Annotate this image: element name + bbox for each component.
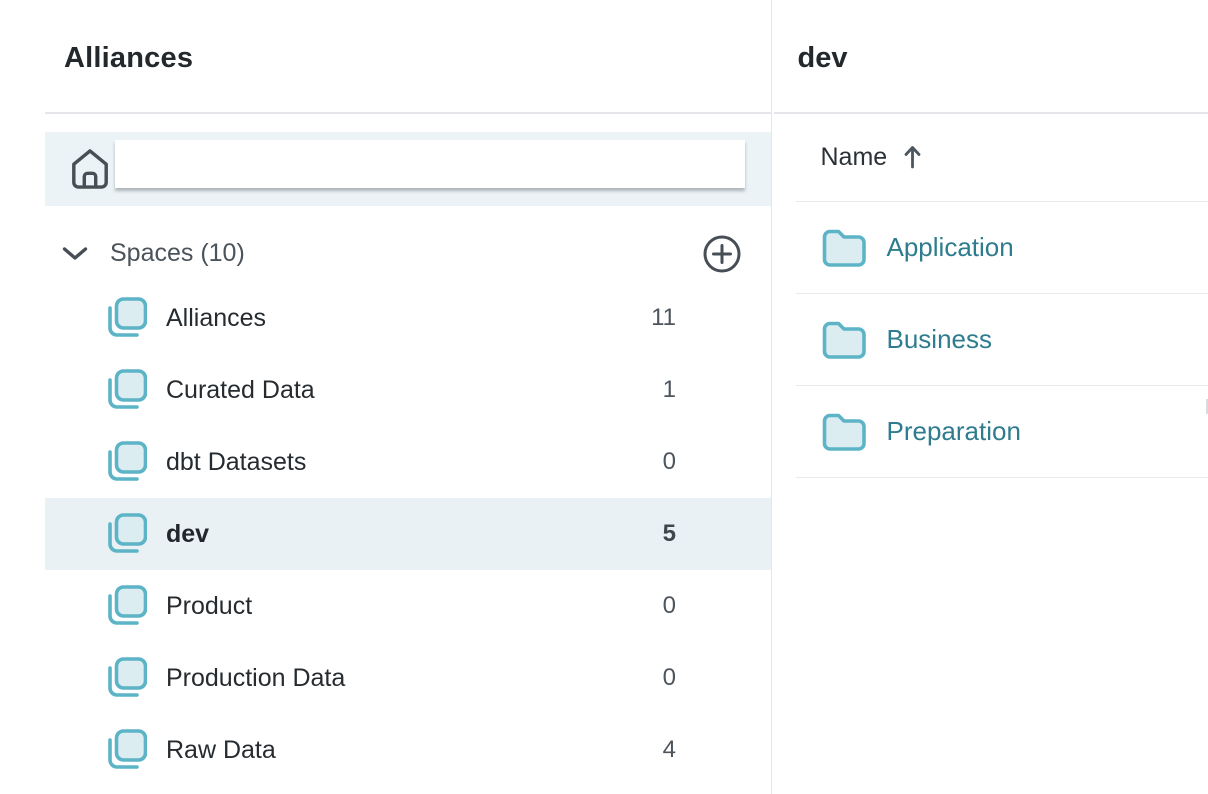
home-icon <box>70 146 110 192</box>
dataset-count: 0 <box>616 664 676 692</box>
space-icon <box>103 655 147 701</box>
spaces-sidebar: Alliances Spaces (10) <box>0 0 772 794</box>
dataset-count: 5 <box>616 520 676 548</box>
sidebar-item-dbt-datasets[interactable]: dbt Datasets 0 <box>45 426 771 498</box>
redaction-overlay <box>115 140 745 188</box>
table-row-application[interactable]: Application <box>796 202 1208 294</box>
space-icon <box>103 727 147 773</box>
sidebar-title: Alliances <box>64 42 193 75</box>
arrow-up-icon <box>904 144 921 170</box>
folder-link[interactable]: Preparation <box>887 416 1021 447</box>
sidebar-item-curated-data[interactable]: Curated Data 1 <box>45 354 771 426</box>
spaces-section-header: Spaces (10) <box>45 225 771 282</box>
space-icon <box>103 439 147 485</box>
dataset-count: 0 <box>616 448 676 476</box>
folder-icon <box>821 320 867 360</box>
column-header-name[interactable]: Name <box>774 113 1208 201</box>
spaces-section-label[interactable]: Spaces (10) <box>110 239 245 268</box>
chevron-down-icon[interactable] <box>62 246 88 261</box>
page-title: dev <box>798 42 848 75</box>
table-row-preparation[interactable]: Preparation <box>796 386 1208 478</box>
home-row[interactable] <box>45 132 771 206</box>
space-contents-panel: dev Name Application <box>774 0 1208 794</box>
folder-link[interactable]: Business <box>887 324 993 355</box>
sidebar-item-raw-data[interactable]: Raw Data 4 <box>45 714 771 786</box>
dataset-count: 0 <box>616 592 676 620</box>
contents-table: Application Business Preparation <box>796 201 1208 478</box>
folder-icon <box>821 228 867 268</box>
dataset-count: 11 <box>616 304 676 332</box>
folder-link[interactable]: Application <box>887 232 1014 263</box>
space-icon <box>103 295 147 341</box>
app-window: Alliances Spaces (10) <box>0 0 1208 794</box>
add-space-button[interactable] <box>702 234 742 274</box>
sidebar-item-product[interactable]: Product 0 <box>45 570 771 642</box>
dataset-count: 4 <box>616 736 676 764</box>
table-row-business[interactable]: Business <box>796 294 1208 386</box>
space-icon <box>103 367 147 413</box>
plus-circle-icon <box>702 234 742 274</box>
sidebar-item-alliances[interactable]: Alliances 11 <box>45 282 771 354</box>
space-icon <box>103 511 147 557</box>
sidebar-item-production-data[interactable]: Production Data 0 <box>45 642 771 714</box>
folder-icon <box>821 412 867 452</box>
dataset-count: 1 <box>616 376 676 404</box>
spaces-list: Alliances 11 Curated Data 1 <box>45 282 771 786</box>
sidebar-item-dev[interactable]: dev 5 <box>45 498 771 570</box>
sidebar-title-divider <box>45 112 771 114</box>
space-icon <box>103 583 147 629</box>
